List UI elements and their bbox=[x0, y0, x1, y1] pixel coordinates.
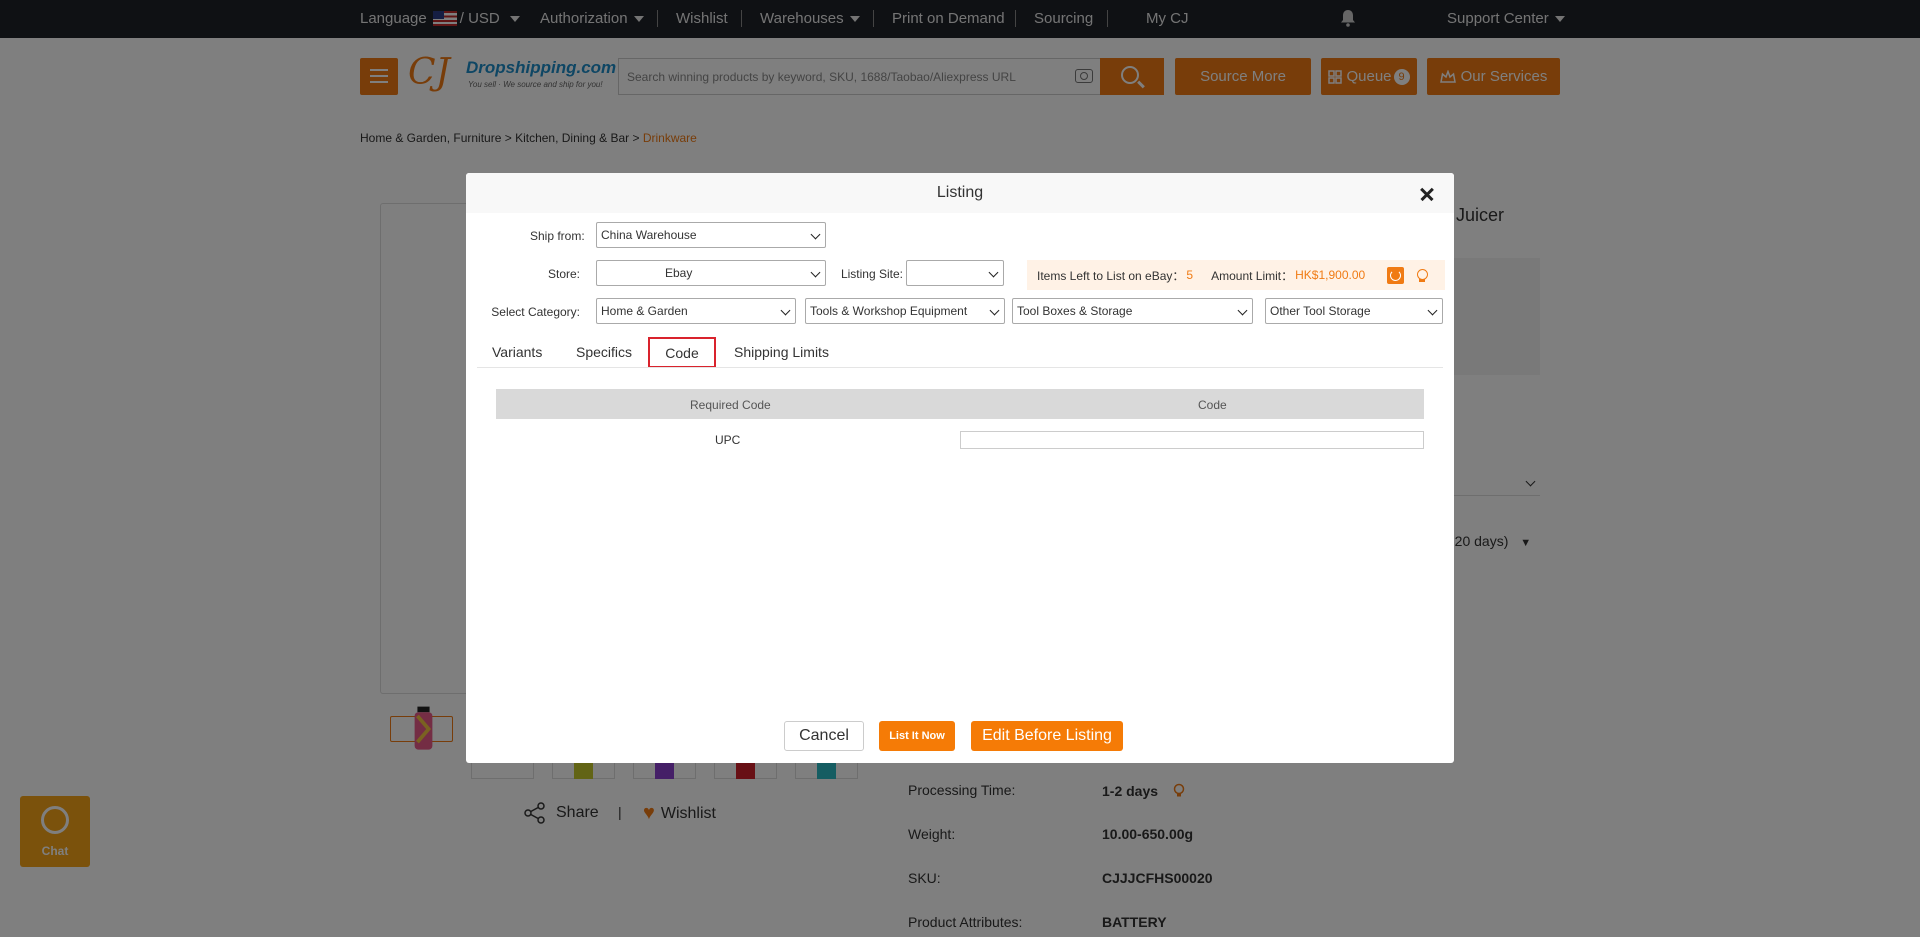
items-left-label: Items Left to List on eBay： bbox=[1037, 268, 1185, 283]
category-level2-value: Tools & Workshop Equipment bbox=[810, 304, 968, 318]
amount-limit-value: HK$1,900.00 bbox=[1295, 268, 1366, 282]
listing-modal: Listing Ship from: China Warehouse Store… bbox=[466, 173, 1454, 763]
ship-from-value: China Warehouse bbox=[601, 228, 697, 242]
store-value: Ebay bbox=[665, 266, 693, 280]
tab-shipping-limits[interactable]: Shipping Limits bbox=[734, 344, 829, 360]
modal-title: Listing bbox=[936, 184, 984, 201]
store-label: Store: bbox=[547, 267, 580, 281]
listing-site-select[interactable] bbox=[906, 260, 1004, 286]
chevron-down-icon bbox=[1237, 305, 1248, 316]
category-level4-value: Other Tool Storage bbox=[1270, 304, 1371, 318]
code-table-header: Required Code Code bbox=[496, 389, 1424, 419]
required-code-cell: UPC bbox=[715, 433, 741, 447]
upc-code-input[interactable] bbox=[960, 431, 1424, 449]
category-select-level1[interactable]: Home & Garden bbox=[596, 298, 796, 324]
amount-limit-label: Amount Limit： bbox=[1211, 268, 1294, 283]
tab-variants[interactable]: Variants bbox=[492, 344, 542, 360]
listing-site-label: Listing Site: bbox=[840, 267, 903, 281]
chevron-down-icon bbox=[989, 305, 1000, 316]
items-left-value: 5 bbox=[1186, 268, 1194, 282]
tab-specifics[interactable]: Specifics bbox=[576, 344, 632, 360]
category-level3-value: Tool Boxes & Storage bbox=[1017, 304, 1133, 318]
store-select[interactable]: Ebay bbox=[596, 260, 826, 286]
column-code: Code bbox=[1198, 398, 1227, 412]
list-it-now-button[interactable]: List It Now bbox=[879, 721, 955, 751]
chevron-down-icon bbox=[780, 305, 791, 316]
tab-code[interactable]: Code bbox=[648, 337, 716, 368]
edit-before-listing-button[interactable]: Edit Before Listing bbox=[971, 721, 1123, 751]
bulb-icon[interactable] bbox=[1414, 267, 1430, 283]
ship-from-select[interactable]: China Warehouse bbox=[596, 222, 826, 248]
column-required-code: Required Code bbox=[690, 398, 771, 412]
tabs-underline bbox=[477, 367, 1443, 368]
cancel-button[interactable]: Cancel bbox=[784, 721, 864, 751]
chevron-down-icon bbox=[988, 267, 999, 278]
chevron-down-icon bbox=[810, 229, 821, 240]
category-select-level2[interactable]: Tools & Workshop Equipment bbox=[805, 298, 1005, 324]
modal-header: Listing bbox=[466, 173, 1454, 213]
category-select-level4[interactable]: Other Tool Storage bbox=[1265, 298, 1443, 324]
chevron-down-icon bbox=[1427, 305, 1438, 316]
chevron-down-icon bbox=[810, 267, 821, 278]
refresh-icon[interactable] bbox=[1387, 267, 1404, 284]
category-label: Select Category: bbox=[491, 305, 580, 319]
ship-from-label: Ship from: bbox=[530, 229, 585, 243]
ebay-limits-bar: Items Left to List on eBay： 5 Amount Lim… bbox=[1027, 260, 1445, 290]
close-icon[interactable] bbox=[1418, 183, 1440, 205]
category-select-level3[interactable]: Tool Boxes & Storage bbox=[1012, 298, 1253, 324]
category-level1-value: Home & Garden bbox=[601, 304, 688, 318]
